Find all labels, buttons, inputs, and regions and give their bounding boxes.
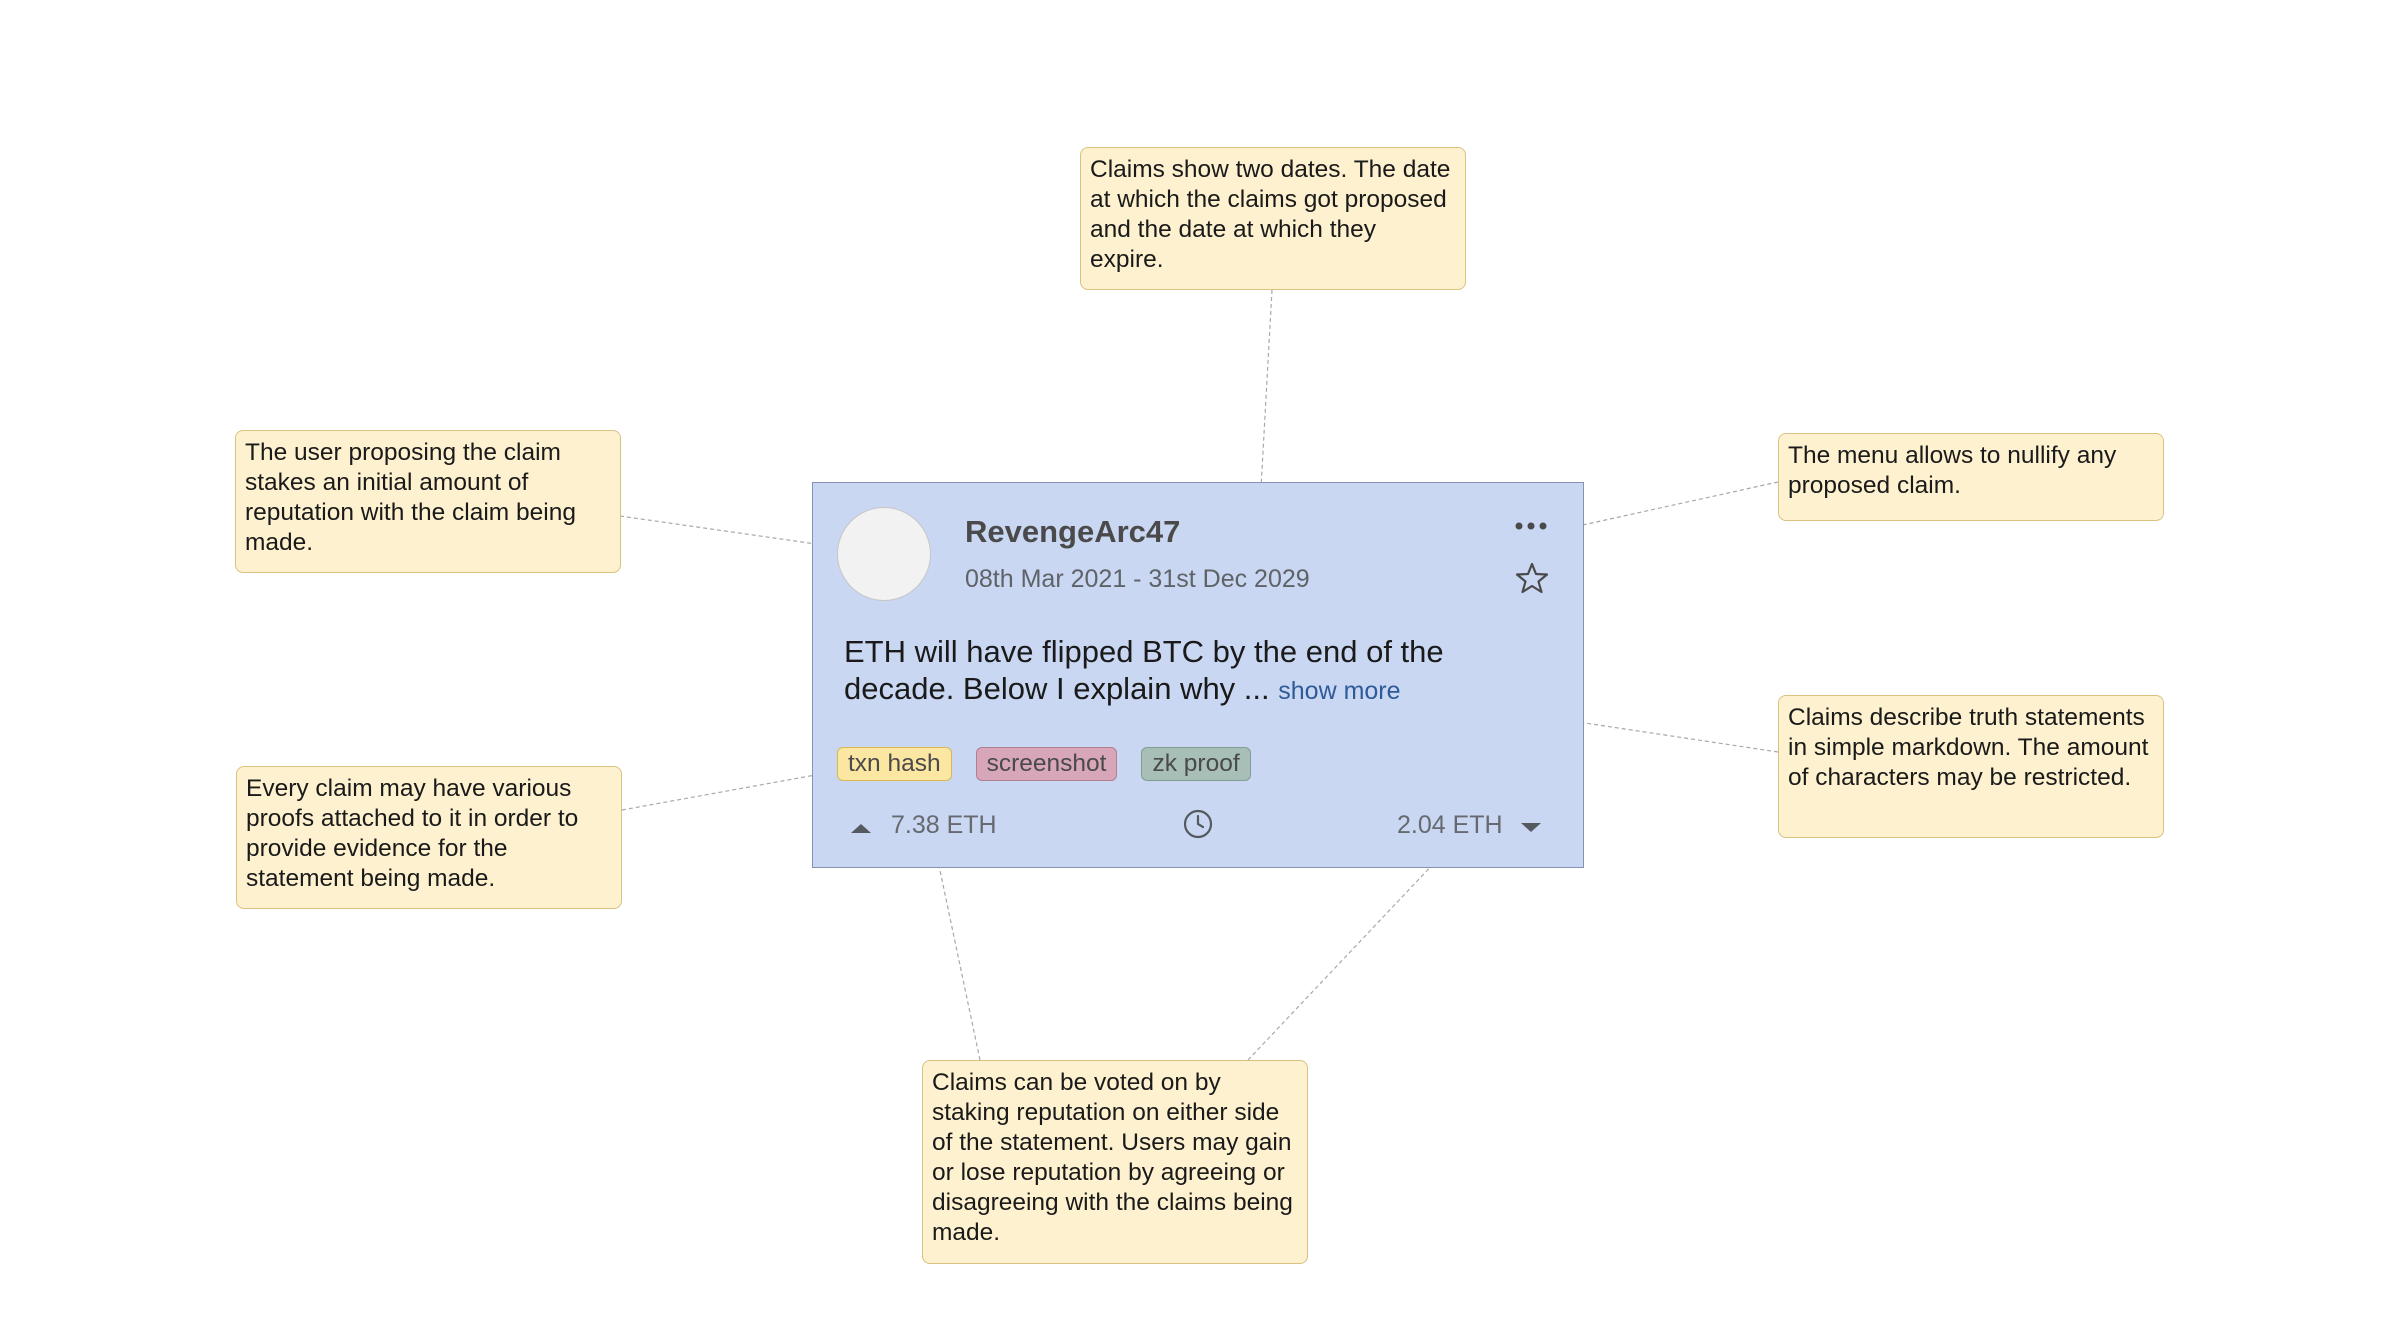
note-menu: The menu allows to nullify any proposed …	[1778, 433, 2164, 521]
note-proofs: Every claim may have various proofs atta…	[236, 766, 622, 909]
proof-tag-screenshot[interactable]: screenshot	[975, 747, 1118, 781]
more-horizontal-icon	[1515, 522, 1547, 530]
caret-down-icon[interactable]	[1519, 821, 1543, 835]
note-user-stake: The user proposing the claim stakes an i…	[235, 430, 621, 573]
connector-proofs	[621, 771, 833, 811]
note-markdown: Claims describe truth statements in simp…	[1778, 695, 2164, 838]
note-voting: Claims can be voted on by staking reputa…	[922, 1060, 1308, 1264]
claim-statement: ETH will have flipped BTC by the end of …	[844, 633, 1544, 710]
claim-date-range: 08th Mar 2021 - 31st Dec 2029	[965, 565, 1310, 593]
note-dates: Claims show two dates. The date at which…	[1080, 147, 1466, 290]
connector-menu	[1559, 481, 1779, 531]
caret-up-icon[interactable]	[849, 821, 873, 835]
connector-user-stake	[619, 515, 831, 547]
avatar[interactable]	[837, 507, 931, 601]
more-menu-button[interactable]	[1511, 513, 1551, 539]
favorite-button[interactable]	[1515, 561, 1549, 595]
proof-tags: txn hash screenshot zk proof	[837, 747, 1251, 781]
claim-card: RevengeArc47 08th Mar 2021 - 31st Dec 20…	[812, 482, 1584, 868]
proof-tag-zk-proof[interactable]: zk proof	[1141, 747, 1251, 781]
connector-voting-up	[933, 841, 981, 1061]
proof-tag-txn-hash[interactable]: txn hash	[837, 747, 952, 781]
clock-icon	[1183, 809, 1213, 839]
username[interactable]: RevengeArc47	[965, 513, 1180, 551]
show-more-link[interactable]: show more	[1278, 677, 1400, 705]
connector-voting-down	[1247, 841, 1455, 1061]
star-outline-icon	[1515, 562, 1549, 594]
vote-up-amount: 7.38 ETH	[891, 811, 997, 839]
